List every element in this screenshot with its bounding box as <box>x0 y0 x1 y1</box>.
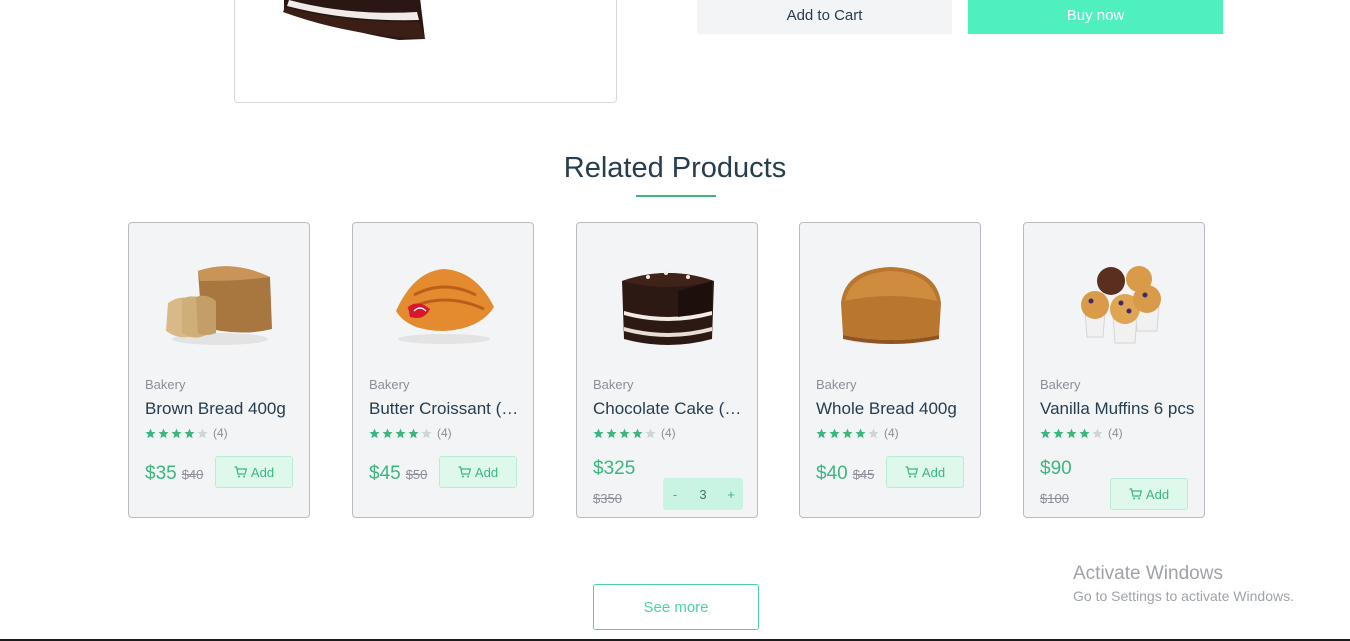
star-empty-icon <box>645 428 656 438</box>
cake-slice-image <box>283 0 425 40</box>
product-image <box>129 251 311 361</box>
price-row: $40 $45 <box>816 463 874 485</box>
product-image <box>800 251 982 361</box>
rating-count: (4) <box>661 426 676 440</box>
star-icon <box>1079 428 1090 438</box>
star-icon <box>855 428 866 438</box>
price-current: $90 <box>1040 458 1072 479</box>
star-empty-icon <box>197 428 208 438</box>
see-more-button[interactable]: See more <box>593 584 759 630</box>
rating-count: (4) <box>884 426 899 440</box>
price-current: $45 <box>369 463 401 484</box>
title-underline <box>636 195 716 197</box>
add-button-label: Add <box>474 464 499 480</box>
product-category: Bakery <box>1040 377 1081 392</box>
decrement-button[interactable]: - <box>663 487 687 502</box>
star-icon <box>184 428 195 438</box>
watermark-title: Activate Windows <box>1073 563 1223 584</box>
rating-count: (4) <box>213 426 228 440</box>
star-icon <box>619 428 630 438</box>
product-title[interactable]: Brown Bread 400g <box>145 399 301 419</box>
product-rating: (4) <box>816 426 899 440</box>
product-category: Bakery <box>145 377 186 392</box>
product-category: Bakery <box>816 377 857 392</box>
star-empty-icon <box>1092 428 1103 438</box>
product-title[interactable]: Vanilla Muffins 6 pcs <box>1040 399 1196 419</box>
watermark-subtitle: Go to Settings to activate Windows. <box>1073 588 1294 604</box>
cart-icon <box>234 466 247 478</box>
add-to-cart-button[interactable]: Add to Cart <box>697 0 952 34</box>
star-icon <box>632 428 643 438</box>
price-row: $35 $40 <box>145 463 203 485</box>
add-button[interactable]: Add <box>215 456 293 488</box>
star-icon <box>171 428 182 438</box>
product-card[interactable]: Bakery Vanilla Muffins 6 pcs (4) $90 $10… <box>1023 222 1205 518</box>
star-icon <box>829 428 840 438</box>
star-icon <box>158 428 169 438</box>
star-icon <box>593 428 604 438</box>
star-icon <box>382 428 393 438</box>
star-icon <box>606 428 617 438</box>
product-image <box>577 251 759 361</box>
add-button[interactable]: Add <box>886 456 964 488</box>
related-products-title: Related Products <box>563 152 787 184</box>
product-rating: (4) <box>593 426 676 440</box>
price-old: $100 <box>1040 491 1069 506</box>
star-icon <box>408 428 419 438</box>
star-icon <box>369 428 380 438</box>
price-row: $45 $50 <box>369 463 427 485</box>
vanilla-muffins-image <box>1081 266 1161 344</box>
product-card[interactable]: Bakery Brown Bread 400g (4) $35 $40 Add <box>128 222 310 518</box>
add-button-label: Add <box>1145 486 1170 502</box>
add-button[interactable]: Add <box>439 456 517 488</box>
product-image-frame <box>234 0 617 103</box>
product-category: Bakery <box>369 377 410 392</box>
increment-button[interactable]: + <box>719 487 743 502</box>
quantity-stepper[interactable]: - 3 + <box>663 478 743 510</box>
star-icon <box>1066 428 1077 438</box>
add-button-label: Add <box>921 464 946 480</box>
cart-icon <box>1129 488 1142 500</box>
whole-bread-image <box>841 267 941 344</box>
star-icon <box>145 428 156 438</box>
product-title[interactable]: Butter Croissant (Pack) <box>369 399 525 419</box>
price-old: $40 <box>181 467 204 482</box>
product-image <box>1024 251 1206 361</box>
star-icon <box>842 428 853 438</box>
add-button[interactable]: Add <box>1110 478 1188 510</box>
star-icon <box>816 428 827 438</box>
product-card[interactable]: Bakery Chocolate Cake (1 kg) (4) $325 $3… <box>576 222 758 518</box>
price-current: $35 <box>145 463 177 484</box>
add-button-label: Add <box>250 464 275 480</box>
star-empty-icon <box>421 428 432 438</box>
activate-windows-watermark: Activate Windows Go to Settings to activ… <box>1073 563 1294 604</box>
product-rating: (4) <box>1040 426 1123 440</box>
star-icon <box>1053 428 1064 438</box>
product-rating: (4) <box>369 426 452 440</box>
price-current: $40 <box>816 463 848 484</box>
croissant-image <box>396 269 494 344</box>
product-title[interactable]: Whole Bread 400g <box>816 399 972 419</box>
product-rating: (4) <box>145 426 228 440</box>
cart-icon <box>905 466 918 478</box>
price-old: $350 <box>593 491 622 506</box>
chocolate-cake-image <box>622 271 714 345</box>
price-current: $325 <box>593 458 636 479</box>
rating-count: (4) <box>1108 426 1123 440</box>
quantity-value[interactable]: 3 <box>691 487 715 502</box>
star-empty-icon <box>868 428 879 438</box>
product-card[interactable]: Bakery Whole Bread 400g (4) $40 $45 Add <box>799 222 981 518</box>
buy-now-button[interactable]: Buy now <box>968 0 1223 34</box>
product-image <box>353 251 535 361</box>
product-title[interactable]: Chocolate Cake (1 kg) <box>593 399 749 419</box>
brown-bread-image <box>166 266 272 345</box>
cart-icon <box>458 466 471 478</box>
price-old: $50 <box>405 467 428 482</box>
star-icon <box>1040 428 1051 438</box>
rating-count: (4) <box>437 426 452 440</box>
price-old: $45 <box>852 467 875 482</box>
product-card[interactable]: Bakery Butter Croissant (Pack) (4) $45 $… <box>352 222 534 518</box>
product-category: Bakery <box>593 377 634 392</box>
star-icon <box>395 428 406 438</box>
